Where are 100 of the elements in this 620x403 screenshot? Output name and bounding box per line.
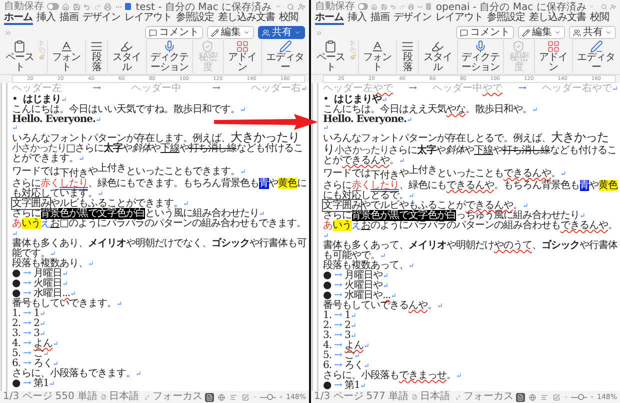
view-button[interactable] — [552, 392, 562, 402]
comment-button[interactable]: コメント — [456, 26, 514, 39]
proofing-icon[interactable] — [100, 393, 106, 401]
ribbon-tab[interactable]: デザイン — [394, 13, 432, 25]
paste-button[interactable]: ペースト — [314, 40, 348, 73]
comment-icon — [149, 28, 157, 36]
ribbon-tab[interactable]: デザイン — [82, 13, 120, 25]
redo-icon[interactable] — [398, 2, 405, 10]
styles-button[interactable]: スタイル — [110, 40, 144, 73]
ribbon-tab[interactable]: ホーム — [315, 13, 344, 25]
redo-icon[interactable] — [94, 2, 102, 10]
header-text: → — [408, 84, 417, 94]
ribbon-tab[interactable]: 校閲 — [590, 13, 609, 25]
ribbon-tab[interactable]: レイアウト — [124, 13, 172, 25]
editor-button[interactable]: エディター — [264, 40, 306, 73]
search-icon[interactable] — [287, 2, 295, 10]
ribbon-tab[interactable]: 差し込み文書 — [529, 13, 586, 25]
save-icon[interactable] — [72, 2, 80, 10]
autosave-toggle[interactable] — [47, 3, 60, 10]
font-button[interactable]: フォント — [360, 40, 394, 73]
caret-icon — [243, 29, 250, 36]
ribbon-tab[interactable]: ホーム — [4, 13, 32, 25]
font-button[interactable]: フォント — [50, 40, 84, 73]
chevrons-icon[interactable] — [315, 28, 323, 36]
person-add-icon[interactable] — [298, 2, 305, 10]
font-icon — [60, 40, 73, 53]
ribbon-tab[interactable]: レイアウト — [436, 13, 483, 25]
microphone-icon — [162, 40, 176, 53]
styles-button[interactable]: スタイル — [420, 40, 455, 73]
zoom-thumb[interactable] — [578, 394, 584, 400]
paragraph-button[interactable]: 段落 — [399, 40, 416, 73]
copy-icon — [350, 47, 356, 53]
caret-icon — [554, 29, 561, 36]
people-icon — [262, 28, 270, 36]
share-button[interactable]: 共有 — [569, 26, 616, 39]
header-text: → — [518, 84, 527, 94]
ribbon-tab[interactable]: 校閲 — [279, 13, 298, 25]
edit-button[interactable]: 編集 — [518, 26, 565, 39]
edit-button[interactable]: 編集 — [207, 26, 254, 39]
zoom-out-icon[interactable] — [253, 394, 258, 400]
focus-button[interactable]: フォーカス — [463, 391, 514, 403]
grid-icon — [236, 40, 249, 53]
caret-icon — [294, 29, 301, 36]
ribbon-tab[interactable]: 参照設定 — [487, 13, 525, 25]
ribbon-tab[interactable]: 挿入 — [36, 13, 56, 25]
addins-button[interactable]: アドイン — [225, 40, 260, 73]
ribbon-tab[interactable]: 挿入 — [348, 13, 366, 25]
grid-icon — [546, 40, 560, 53]
view-button[interactable] — [217, 392, 226, 402]
paragraph-icon — [90, 40, 104, 53]
font-icon — [370, 40, 384, 53]
dictate-button[interactable]: ディクテーション — [148, 40, 190, 73]
ribbon-tab[interactable]: 差し込み文書 — [218, 13, 275, 25]
zoom-thumb[interactable] — [266, 394, 273, 400]
ribbon-tab[interactable]: 描画 — [60, 13, 78, 25]
shield-icon — [512, 40, 526, 53]
shield-icon — [201, 40, 214, 53]
scissors-icon — [38, 40, 45, 46]
window-title: openai - 自分の Mac に保存済み — [436, 0, 586, 12]
chevrons-icon[interactable] — [4, 28, 12, 36]
caret-icon — [605, 29, 612, 36]
pen-icon — [278, 40, 292, 53]
undo-icon[interactable] — [83, 2, 91, 10]
search-icon[interactable] — [600, 2, 607, 10]
zoom-out-icon[interactable] — [564, 394, 568, 400]
highlighter-icon — [431, 40, 444, 53]
share-button[interactable]: 共有 — [258, 26, 305, 39]
ribbon-tab[interactable]: 描画 — [370, 13, 390, 25]
view-button[interactable] — [241, 392, 250, 402]
header-text: ヘッダー左やで — [323, 84, 393, 94]
home-icon[interactable] — [371, 2, 378, 10]
undo-icon[interactable] — [390, 2, 396, 10]
save-icon[interactable] — [380, 2, 387, 10]
person-add-icon[interactable] — [610, 2, 616, 10]
header-text: ヘッダー中 — [132, 84, 182, 94]
clipboard-icon — [13, 40, 26, 53]
language-label: 日本語 — [420, 391, 450, 403]
brush-icon — [38, 54, 45, 60]
header-text: → — [92, 84, 101, 94]
printer-icon[interactable] — [408, 2, 414, 10]
home-icon[interactable] — [62, 2, 70, 10]
paste-button[interactable]: ペースト — [3, 40, 37, 73]
highlighter-icon — [120, 40, 134, 53]
comment-button[interactable]: コメント — [145, 26, 203, 39]
editor-button[interactable]: エディター — [575, 40, 618, 73]
ribbon-tab[interactable]: 参照設定 — [176, 13, 214, 25]
view-button[interactable] — [205, 392, 214, 402]
microphone-icon — [474, 40, 487, 53]
paragraph-button[interactable]: 段落 — [88, 40, 105, 73]
header-text: ヘッダー中やで — [432, 84, 503, 94]
printer-icon[interactable] — [104, 2, 112, 10]
view-button[interactable] — [528, 392, 538, 402]
focus-button[interactable]: フォーカス — [152, 391, 202, 403]
people-icon — [573, 28, 581, 36]
addins-button[interactable]: アドイン — [536, 40, 570, 73]
autosave-toggle[interactable] — [358, 3, 368, 10]
view-button[interactable] — [516, 392, 526, 402]
dictate-button[interactable]: ディクテーション — [459, 40, 502, 73]
proofing-icon[interactable] — [412, 393, 417, 401]
window-title: test - 自分の Mac に保存済み — [136, 0, 272, 12]
